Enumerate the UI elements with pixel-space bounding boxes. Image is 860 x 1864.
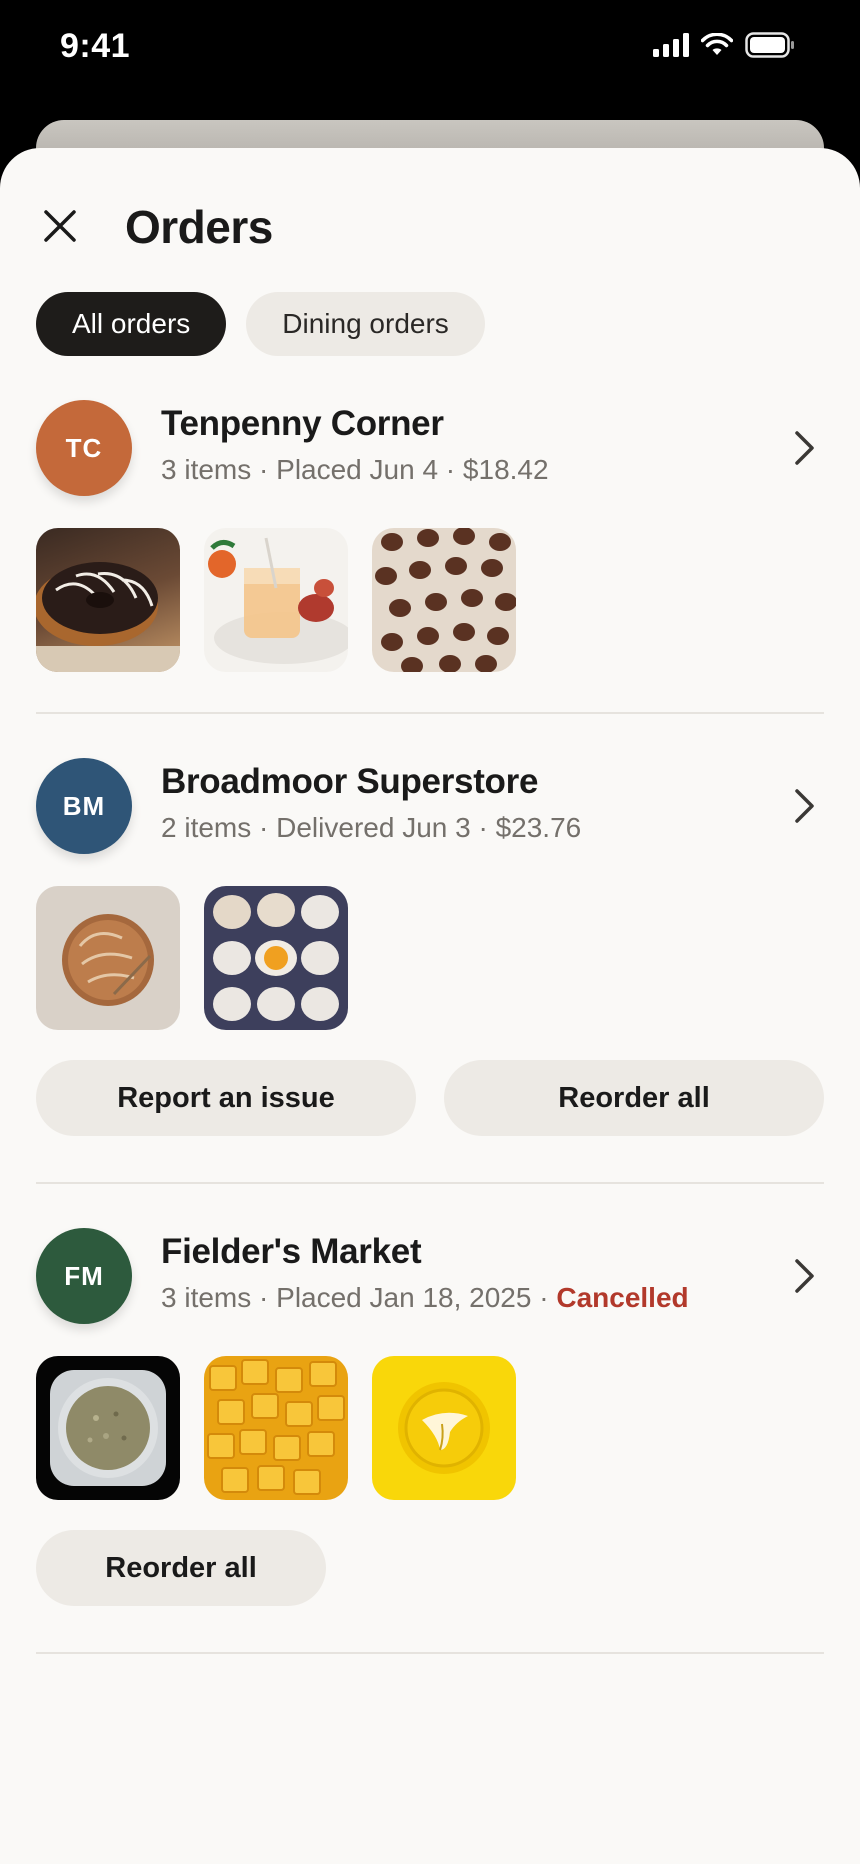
eggs-image — [213, 893, 339, 1021]
status-time: 9:41 — [60, 27, 131, 65]
store-name: Fielder's Market — [161, 1232, 422, 1271]
tab-all-orders[interactable]: All orders — [36, 292, 227, 356]
product-thumbnail-citrus-drink[interactable] — [204, 528, 348, 672]
order-divider — [36, 1652, 824, 1654]
store-name: Tenpenny Corner — [161, 404, 444, 443]
item-count: 3 items — [161, 454, 252, 485]
product-thumbnail-banana-coin[interactable] — [372, 1356, 516, 1500]
order-status: Placed Jan 18, 2025 — [276, 1282, 532, 1313]
product-thumbnail-spice-jar[interactable] — [36, 1356, 180, 1500]
product-thumbnail-bread-board[interactable] — [36, 886, 180, 1030]
mango-image — [207, 1359, 345, 1495]
order-divider — [36, 1182, 824, 1184]
order-header[interactable]: TC Tenpenny Corner 3 items · Placed Jun … — [36, 400, 824, 500]
order-header[interactable]: BM Broadmoor Superstore 2 items · Delive… — [36, 758, 824, 858]
item-thumbnails — [36, 528, 516, 672]
order-status: Placed Jun 4 — [276, 454, 439, 485]
item-thumbnails — [36, 886, 348, 1030]
order-divider — [36, 712, 824, 714]
order-meta: 3 items · Placed Jan 18, 2025 · Cancelle… — [161, 1282, 689, 1313]
chevron-right-icon[interactable] — [784, 786, 824, 826]
store-avatar: BM — [36, 758, 132, 854]
spice-image — [50, 1370, 166, 1486]
cellular-signal-icon — [653, 33, 689, 57]
order-card-fielders-market[interactable]: FM Fielder's Market 3 items · Placed Jan… — [36, 1228, 824, 1606]
battery-icon — [745, 32, 794, 58]
reorder-all-button[interactable]: Reorder all — [444, 1060, 824, 1136]
sheet-header: Orders — [0, 148, 860, 288]
item-count: 3 items — [161, 1282, 252, 1313]
item-count: 2 items — [161, 812, 252, 843]
order-card-broadmoor-superstore[interactable]: BM Broadmoor Superstore 2 items · Delive… — [36, 758, 824, 1136]
order-meta: 3 items · Placed Jun 4 · $18.42 — [161, 454, 549, 485]
order-total: $18.42 — [462, 454, 549, 485]
orders-sheet: Orders All orders Dining orders TC Tenpe… — [0, 148, 860, 1864]
chevron-right-icon[interactable] — [784, 428, 824, 468]
store-avatar: TC — [36, 400, 132, 496]
order-tabs: All orders Dining orders — [36, 292, 485, 356]
item-thumbnails — [36, 1356, 516, 1500]
order-status: Delivered Jun 3 — [276, 812, 471, 843]
close-button[interactable] — [36, 202, 84, 250]
reorder-all-button[interactable]: Reorder all — [36, 1530, 326, 1606]
product-thumbnail-chocolate-donuts[interactable] — [36, 528, 180, 672]
chevron-right-icon[interactable] — [784, 1256, 824, 1296]
order-meta: 2 items · Delivered Jun 3 · $23.76 — [161, 812, 582, 843]
order-total: $23.76 — [495, 812, 582, 843]
product-thumbnail-chocolate-box[interactable] — [372, 528, 516, 672]
chocolates-image — [375, 528, 516, 672]
drink-image — [208, 537, 348, 664]
tab-dining-orders[interactable]: Dining orders — [246, 292, 485, 356]
report-issue-button[interactable]: Report an issue — [36, 1060, 416, 1136]
product-thumbnail-egg-carton[interactable] — [204, 886, 348, 1030]
page-title: Orders — [125, 201, 273, 253]
order-card-tenpenny-corner[interactable]: TC Tenpenny Corner 3 items · Placed Jun … — [36, 400, 824, 672]
close-icon — [44, 210, 76, 242]
donut-image — [36, 562, 180, 672]
status-icons — [653, 30, 795, 60]
banana-coin-image — [398, 1382, 490, 1474]
product-thumbnail-mango-cubes[interactable] — [204, 1356, 348, 1500]
order-actions: Report an issue Reorder all — [36, 1060, 824, 1136]
store-avatar: FM — [36, 1228, 132, 1324]
store-name: Broadmoor Superstore — [161, 762, 539, 801]
bread-image — [62, 914, 154, 1006]
order-header[interactable]: FM Fielder's Market 3 items · Placed Jan… — [36, 1228, 824, 1328]
wifi-icon — [701, 33, 733, 55]
order-actions: Reorder all — [36, 1530, 326, 1606]
cancelled-label: Cancelled — [556, 1282, 689, 1313]
status-bar: 9:41 — [0, 0, 860, 100]
